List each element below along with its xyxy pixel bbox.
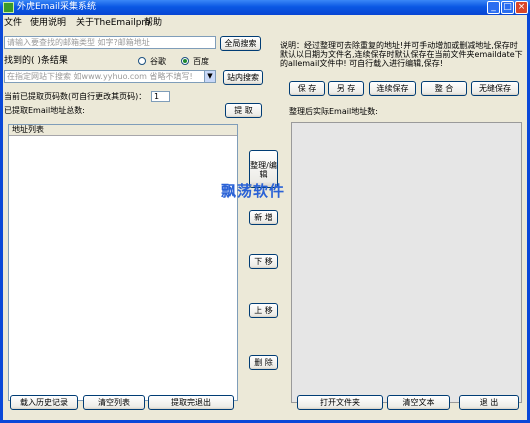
keyword-input[interactable]: 请输入要查找的邮箱类型 如字?邮箱地址 bbox=[4, 36, 216, 49]
site-input[interactable]: 在指定网站下搜索 如www.yyhuo.com 省略不填写! bbox=[4, 70, 216, 83]
radio-dot-icon bbox=[181, 57, 189, 65]
add-button[interactable]: 新 增 bbox=[249, 210, 278, 225]
result-textarea[interactable] bbox=[291, 122, 522, 403]
address-list-header[interactable]: 地址列表 bbox=[9, 125, 237, 136]
maximize-button[interactable]: □ bbox=[501, 1, 514, 14]
address-list[interactable]: 地址列表 bbox=[8, 124, 238, 401]
merge-button[interactable]: 整 合 bbox=[421, 81, 467, 96]
dropdown-arrow-icon[interactable]: ▼ bbox=[204, 71, 215, 82]
total-count-label: 已提取Email地址总数: bbox=[4, 106, 85, 115]
seamless-save-button[interactable]: 无缝保存 bbox=[471, 81, 519, 96]
load-history-button[interactable]: 载入历史记录 bbox=[10, 395, 78, 410]
delete-button[interactable]: 删 除 bbox=[249, 355, 278, 370]
instructions-text: 说明：经过整理可去除重复的地址!并可手动增加或删减地址,保存时默认以日期为文件名… bbox=[280, 41, 523, 68]
site-search-button[interactable]: 站内搜索 bbox=[223, 70, 263, 85]
global-search-button[interactable]: 全局搜索 bbox=[220, 36, 261, 51]
menu-about[interactable]: 关于TheEmailpro bbox=[76, 17, 150, 29]
extract-and-exit-button[interactable]: 提取完退出 bbox=[148, 395, 234, 410]
page-count-input[interactable]: 1 bbox=[151, 91, 170, 102]
clear-list-button[interactable]: 清空列表 bbox=[83, 395, 145, 410]
app-icon bbox=[3, 2, 14, 13]
page-count-label: 当前已提取页码数(可自行更改其页码)： bbox=[4, 92, 147, 101]
found-count-label: 找到的( )条结果 bbox=[4, 56, 68, 66]
menu-help[interactable]: 帮助 bbox=[144, 17, 162, 29]
continuous-save-button[interactable]: 连续保存 bbox=[369, 81, 416, 96]
result-count-label: 整理后实际Email地址数: bbox=[289, 107, 378, 116]
move-up-button[interactable]: 上 移 bbox=[249, 303, 278, 318]
extract-button[interactable]: 提 取 bbox=[225, 103, 262, 118]
window-title: 外虎Email采集系统 bbox=[17, 2, 96, 12]
minimize-button[interactable]: _ bbox=[487, 1, 500, 14]
engine-baidu-radio[interactable]: 百度 bbox=[181, 57, 221, 67]
open-folder-button[interactable]: 打开文件夹 bbox=[297, 395, 383, 410]
client-area: 文件 使用说明 关于TheEmailpro 帮助 请输入要查找的邮箱类型 如字?… bbox=[3, 15, 527, 420]
save-button[interactable]: 保 存 bbox=[289, 81, 325, 96]
menu-instructions[interactable]: 使用说明 bbox=[30, 17, 66, 29]
menu-bar: 文件 使用说明 关于TheEmailpro 帮助 bbox=[3, 15, 527, 31]
move-down-button[interactable]: 下 移 bbox=[249, 254, 278, 269]
close-button[interactable]: × bbox=[515, 1, 528, 14]
exit-button[interactable]: 退 出 bbox=[459, 395, 519, 410]
save-as-button[interactable]: 另 存 bbox=[328, 81, 364, 96]
radio-dot-icon bbox=[138, 57, 146, 65]
title-bar[interactable]: 外虎Email采集系统 _ □ × bbox=[0, 0, 530, 15]
app-window: 外虎Email采集系统 _ □ × 文件 使用说明 关于TheEmailpro … bbox=[0, 0, 530, 423]
watermark-logo: 飘荡软件 bbox=[221, 182, 286, 200]
engine-google-radio[interactable]: 谷歌 bbox=[138, 57, 178, 67]
menu-file[interactable]: 文件 bbox=[4, 17, 22, 29]
clear-text-button[interactable]: 清空文本 bbox=[387, 395, 450, 410]
